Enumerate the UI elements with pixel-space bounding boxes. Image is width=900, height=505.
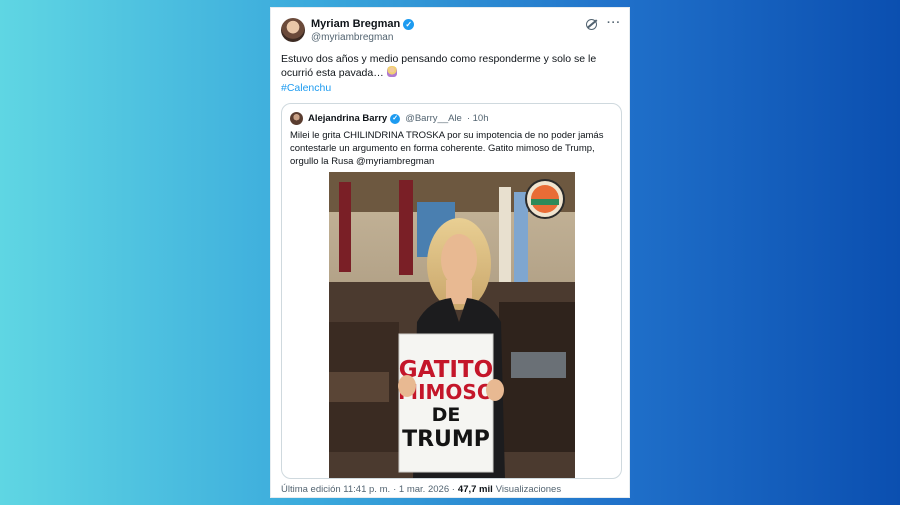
page-background: { "tweet": { "author_name": "Myriam Breg… — [0, 0, 900, 505]
post-date[interactable]: · 1 mar. 2026 · — [393, 484, 455, 495]
hashtag-link[interactable]: #Calenchu — [281, 82, 331, 94]
author-row: Myriam Bregman ✓ — [311, 18, 415, 30]
desk-right — [511, 352, 566, 378]
woman-facepalming-emoji-icon — [386, 66, 397, 77]
quoted-text: Milei le grita CHILINDRINA TROSKA por su… — [290, 130, 604, 167]
curtain-center — [399, 180, 413, 275]
more-icon[interactable]: ··· — [607, 18, 621, 30]
tweet-header: Myriam Bregman ✓ @myriambregman ··· — [281, 14, 621, 44]
tweet-footer: Última edición 11:41 p. m. · 1 mar. 2026… — [281, 484, 561, 495]
author-name[interactable]: Myriam Bregman — [311, 18, 400, 30]
person-face — [441, 234, 477, 286]
quoted-verified-badge-icon: ✓ — [390, 113, 401, 124]
tweet-body: Estuvo dos años y medio pensando como re… — [281, 52, 621, 80]
avatar[interactable] — [281, 18, 305, 42]
grok-icon[interactable] — [586, 19, 597, 30]
flag — [514, 192, 528, 282]
quoted-photo[interactable]: GATITO MIMOSO DE TRUMP — [329, 172, 575, 479]
quoted-author-name: Alejandrina Barry — [308, 113, 388, 124]
quoted-time: · 10h — [466, 113, 489, 124]
header-actions: ··· — [586, 18, 621, 30]
curtain-left — [339, 182, 351, 272]
tweet-text: Estuvo dos años y medio pensando como re… — [281, 53, 597, 79]
sign-line-4: TRUMP — [402, 427, 490, 452]
desk-left — [329, 372, 389, 402]
tweet-card[interactable]: Myriam Bregman ✓ @myriambregman ··· Estu… — [270, 7, 630, 498]
column — [499, 187, 511, 282]
views-count: 47,7 mil — [457, 484, 493, 495]
person-hand-left — [398, 375, 416, 397]
quoted-avatar — [290, 112, 303, 125]
edited-label[interactable]: Última edición 11:41 p. m. — [281, 484, 390, 495]
logo-badge-stripe — [531, 199, 559, 205]
quoted-author-handle: @Barry__Ale — [405, 113, 462, 124]
author-handle[interactable]: @myriambregman — [311, 32, 393, 43]
person-hand-right — [486, 379, 504, 401]
views-label: Visualizaciones — [495, 484, 562, 495]
sign-line-3: DE — [432, 404, 461, 426]
quoted-header: Alejandrina Barry ✓ @Barry__Ale · 10h — [290, 112, 489, 125]
verified-badge-icon: ✓ — [403, 18, 415, 30]
quoted-tweet[interactable]: Alejandrina Barry ✓ @Barry__Ale · 10h Mi… — [281, 103, 622, 479]
